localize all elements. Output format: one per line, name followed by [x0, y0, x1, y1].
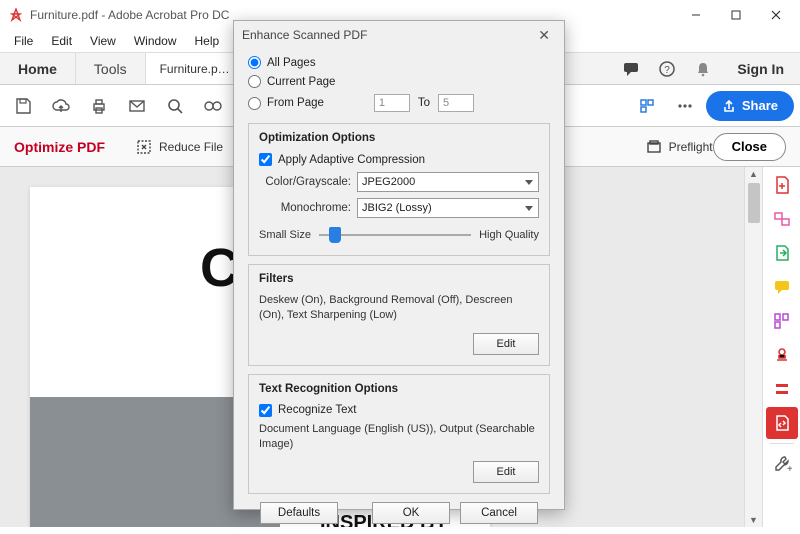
- acrobat-logo-icon: [8, 7, 24, 23]
- filters-summary: Deskew (On), Background Removal (Off), D…: [259, 291, 539, 327]
- mail-icon[interactable]: [120, 89, 154, 123]
- svg-text:?: ?: [665, 65, 671, 76]
- rp-optimize-icon[interactable]: [766, 407, 798, 439]
- share-icon: [722, 99, 736, 113]
- save-icon[interactable]: [6, 89, 40, 123]
- sign-in-button[interactable]: Sign In: [721, 53, 800, 84]
- right-tool-panel: +: [762, 167, 800, 527]
- preflight-icon: [645, 138, 663, 156]
- current-page-label: Current Page: [267, 76, 335, 88]
- menu-edit[interactable]: Edit: [43, 31, 80, 51]
- share-label: Share: [742, 98, 778, 113]
- quality-slider[interactable]: [319, 225, 471, 245]
- tab-document[interactable]: Furniture.p…: [146, 53, 245, 84]
- filters-group: Filters Deskew (On), Background Removal …: [248, 264, 550, 366]
- menu-window[interactable]: Window: [126, 31, 185, 51]
- rp-combine-icon[interactable]: [766, 203, 798, 235]
- monochrome-select[interactable]: JBIG2 (Lossy): [357, 198, 539, 218]
- recognize-text-label: Recognize Text: [278, 404, 356, 416]
- tab-home[interactable]: Home: [0, 53, 76, 84]
- zoom-icon[interactable]: [196, 89, 230, 123]
- dialog-titlebar[interactable]: Enhance Scanned PDF ✕: [234, 21, 564, 49]
- reduce-icon: [135, 138, 153, 156]
- close-panel-button[interactable]: Close: [713, 133, 786, 161]
- defaults-button[interactable]: Defaults: [260, 502, 338, 524]
- ocr-summary: Document Language (English (US)), Output…: [259, 420, 539, 456]
- text-recognition-group: Text Recognition Options Recognize Text …: [248, 374, 550, 495]
- search-icon[interactable]: [158, 89, 192, 123]
- rp-comment-icon[interactable]: [766, 271, 798, 303]
- rp-more-tools-icon[interactable]: +: [766, 448, 798, 480]
- text-recognition-title: Text Recognition Options: [259, 383, 539, 395]
- menu-help[interactable]: Help: [187, 31, 228, 51]
- enhance-scanned-pdf-dialog: Enhance Scanned PDF ✕ All Pages Current …: [233, 20, 565, 510]
- all-pages-label: All Pages: [267, 57, 316, 69]
- menu-file[interactable]: File: [6, 31, 41, 51]
- rp-redact-icon[interactable]: [766, 373, 798, 405]
- optimization-options-title: Optimization Options: [259, 132, 539, 144]
- close-window-button[interactable]: [756, 3, 796, 27]
- adaptive-compression-checkbox[interactable]: [259, 153, 272, 166]
- monochrome-label: Monochrome:: [259, 202, 351, 214]
- minimize-button[interactable]: [676, 3, 716, 27]
- dialog-title: Enhance Scanned PDF: [242, 28, 367, 42]
- tab-tools[interactable]: Tools: [76, 53, 146, 84]
- scan-icon[interactable]: [630, 89, 664, 123]
- cancel-button[interactable]: Cancel: [460, 502, 538, 524]
- optimization-options-group: Optimization Options Apply Adaptive Comp…: [248, 123, 550, 256]
- filters-title: Filters: [259, 273, 539, 285]
- rp-organize-icon[interactable]: [766, 305, 798, 337]
- preflight-button[interactable]: Preflight: [645, 138, 713, 156]
- to-page-input[interactable]: [438, 94, 474, 112]
- high-quality-label: High Quality: [479, 229, 539, 241]
- filters-edit-button[interactable]: Edit: [473, 333, 539, 355]
- rp-export-icon[interactable]: [766, 237, 798, 269]
- ok-button[interactable]: OK: [372, 502, 450, 524]
- adaptive-compression-label: Apply Adaptive Compression: [278, 154, 425, 166]
- recognize-text-checkbox[interactable]: [259, 404, 272, 417]
- more-icon[interactable]: [668, 89, 702, 123]
- reduce-file-button[interactable]: Reduce File: [135, 138, 223, 156]
- to-label: To: [418, 97, 430, 109]
- svg-text:+: +: [787, 464, 792, 474]
- scroll-up-arrow-icon[interactable]: ▲: [745, 167, 762, 181]
- small-size-label: Small Size: [259, 229, 311, 241]
- from-page-input[interactable]: [374, 94, 410, 112]
- rp-stamp-icon[interactable]: [766, 339, 798, 371]
- scroll-thumb[interactable]: [748, 183, 760, 223]
- share-button[interactable]: Share: [706, 91, 794, 121]
- scroll-down-arrow-icon[interactable]: ▼: [745, 513, 762, 527]
- from-page-radio[interactable]: [248, 97, 261, 110]
- maximize-button[interactable]: [716, 3, 756, 27]
- color-grayscale-select[interactable]: JPEG2000: [357, 172, 539, 192]
- speech-bubble-icon[interactable]: [613, 53, 649, 84]
- bell-icon[interactable]: [685, 53, 721, 84]
- vertical-scrollbar[interactable]: ▲ ▼: [744, 167, 762, 527]
- rp-create-pdf-icon[interactable]: [766, 169, 798, 201]
- help-icon[interactable]: ?: [649, 53, 685, 84]
- dialog-close-icon[interactable]: ✕: [532, 25, 556, 46]
- ocr-edit-button[interactable]: Edit: [473, 461, 539, 483]
- menu-view[interactable]: View: [82, 31, 124, 51]
- color-grayscale-label: Color/Grayscale:: [259, 176, 351, 188]
- optimize-pdf-label: Optimize PDF: [14, 139, 105, 155]
- from-page-label: From Page: [267, 97, 324, 109]
- current-page-radio[interactable]: [248, 75, 261, 88]
- all-pages-radio[interactable]: [248, 56, 261, 69]
- print-icon[interactable]: [82, 89, 116, 123]
- cloud-icon[interactable]: [44, 89, 78, 123]
